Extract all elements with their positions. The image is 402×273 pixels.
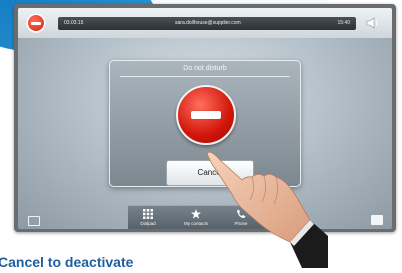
touch-panel-device: 03.03.15 sara.dollhouse@supplier.com 15:… (14, 4, 396, 232)
dialog-title: Do not disturb (183, 65, 227, 72)
status-date: 03.03.15 (64, 20, 84, 26)
instruction-caption: Cancel to deactivate (0, 254, 134, 270)
dock-item-dialpad[interactable]: Dialpad (128, 206, 168, 229)
status-address: sara.dollhouse@supplier.com (175, 20, 241, 26)
do-not-disturb-status-icon[interactable] (26, 13, 46, 33)
status-bar: 03.03.15 sara.dollhouse@supplier.com 15:… (18, 8, 392, 38)
do-not-disturb-icon (176, 85, 236, 145)
screen-share-icon[interactable] (28, 216, 40, 226)
star-icon (191, 209, 201, 219)
status-field: 03.03.15 sara.dollhouse@supplier.com 15:… (58, 17, 356, 30)
dock-item-label: Dialpad (140, 221, 156, 226)
dialog-divider (120, 76, 290, 77)
self-view-icon[interactable] (371, 215, 383, 225)
status-time: 15:40 (337, 20, 350, 26)
pointing-hand-illustration (206, 151, 328, 268)
touch-screen: 03.03.15 sara.dollhouse@supplier.com 15:… (18, 8, 392, 229)
volume-icon[interactable] (366, 17, 380, 29)
dialpad-icon (143, 209, 153, 219)
